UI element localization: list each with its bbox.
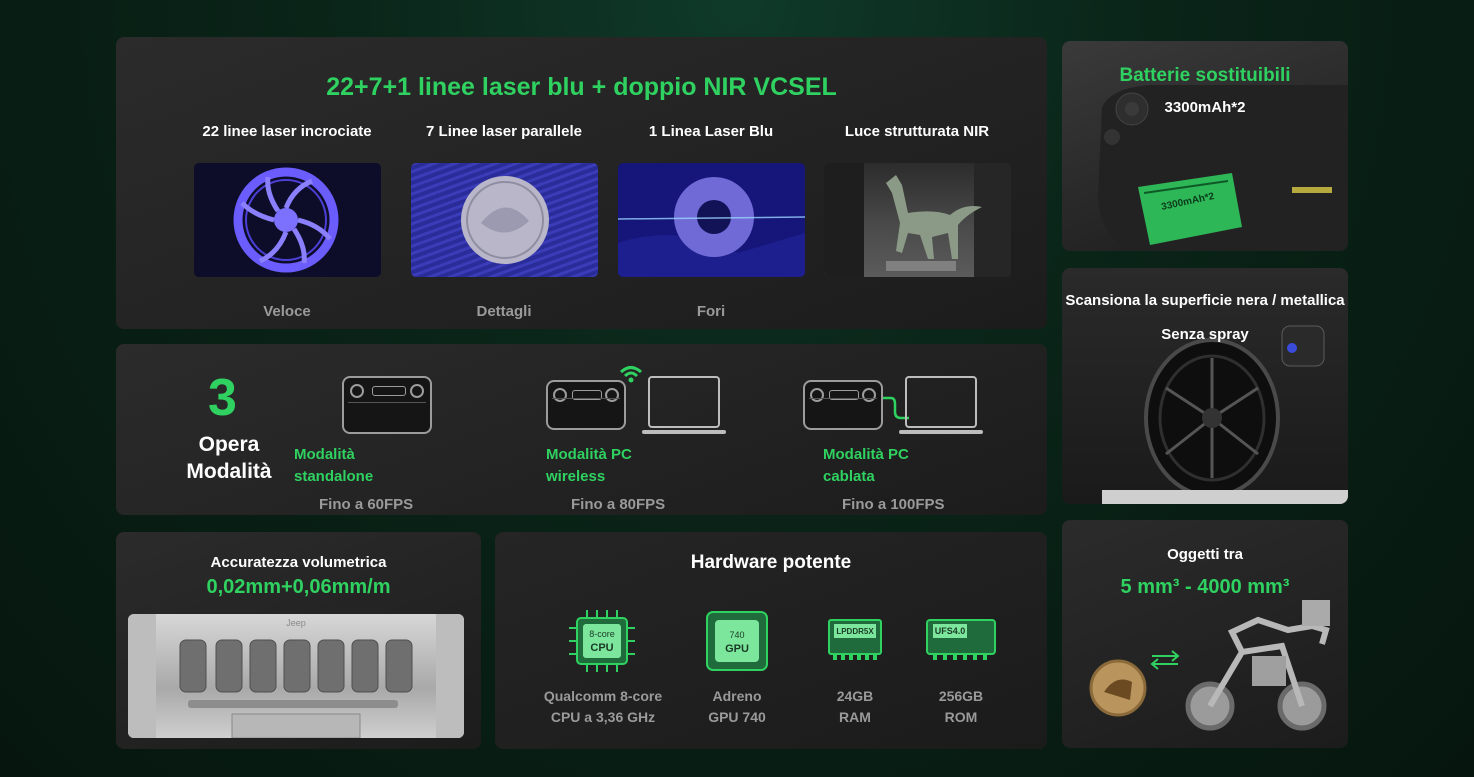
coin-scan-image <box>410 163 598 277</box>
hole-scan-image <box>617 163 805 277</box>
accuracy-title: Accuratezza volumetrica <box>210 554 387 571</box>
laser-column-label: 1 Linea Laser Blu <box>648 123 774 140</box>
scanner-device-icon <box>342 376 432 434</box>
wifi-icon <box>619 366 643 383</box>
battery-card: 3300mAh*2 Batterie sostituibili 3300mAh*… <box>1062 41 1348 251</box>
modes-title-line2: Modalità <box>186 460 272 483</box>
modes-title-line1: Opera <box>198 433 260 456</box>
chip-text: 8-core <box>589 629 615 639</box>
mode-fps: Fino a 100FPS <box>842 496 945 513</box>
mode-name: Modalità standalone <box>294 444 373 488</box>
mode-name-line1: Modalità PC <box>823 446 909 463</box>
laser-column-caption: Dettagli <box>476 303 532 320</box>
cpu-chip-icon: 8-core CPU <box>569 610 635 672</box>
mode-fps: Fino a 80FPS <box>571 496 666 513</box>
mode-name: Modalità PC cablata <box>823 444 909 488</box>
laser-column-single: 1 Linea Laser Blu Fori <box>611 123 811 320</box>
objects-image <box>1089 600 1330 731</box>
chip-caption-line1: 256GB <box>938 688 984 704</box>
mode-name-line2: cablata <box>823 468 875 485</box>
scanner-device-icon <box>803 380 883 430</box>
laser-column-cross: 22 linee laser incrociate Veloce <box>187 123 387 320</box>
laser-column-label: 7 Linee laser parallele <box>426 123 582 140</box>
laser-lines-card: 22+7+1 linee laser blu + doppio NIR VCSE… <box>116 37 1047 329</box>
mode-name-line1: Modalità PC <box>546 446 632 463</box>
hardware-card: Hardware potente 8-core CPU Qualcomm 8-c… <box>495 532 1047 749</box>
grille-scan-image: Jeep <box>128 614 464 738</box>
scanner-device-icon <box>546 380 626 430</box>
grille-brand-text: Jeep <box>286 618 306 628</box>
battery-subtitle: 3300mAh*2 <box>1164 99 1246 116</box>
laptop-icon <box>642 376 726 434</box>
chip-caption: 256GB ROM <box>881 686 1041 728</box>
modes-title: Opera Modalità <box>164 431 294 485</box>
mode-name: Modalità PC wireless <box>546 444 632 488</box>
rom-chip-icon: UFS4.0 <box>926 619 996 660</box>
mode-name-line1: Modalità <box>294 446 355 463</box>
laser-column-label: 22 linee laser incrociate <box>202 123 372 140</box>
laser-title: 22+7+1 linee laser blu + doppio NIR VCSE… <box>326 73 837 101</box>
wheel-scan-image <box>193 163 381 277</box>
modes-count: 3 <box>208 369 237 427</box>
ram-chip-icon: LPDDR5X <box>828 619 882 660</box>
mode-fps: Fino a 60FPS <box>319 496 414 513</box>
battery-title: Batterie sostituibili <box>1119 65 1291 86</box>
accuracy-card: Accuratezza volumetrica 0,02mm+0,06mm/m … <box>116 532 481 749</box>
objects-title: Oggetti tra <box>1167 546 1243 563</box>
laser-column-caption: Fori <box>696 303 726 320</box>
scan-title: Scansiona la superficie nera / metallica <box>1065 292 1345 309</box>
chip-text: CPU <box>590 642 613 654</box>
scan-surface-card: Scansiona la superficie nera / metallica… <box>1062 268 1348 504</box>
chip-text: LPDDR5X <box>836 627 874 636</box>
chip-caption-line2: ROM <box>944 709 978 725</box>
chip-text: 740 <box>729 630 744 640</box>
operating-modes-card: 3 Opera Modalità Modalità standalone Fin… <box>116 344 1047 515</box>
swap-arrows-icon <box>1150 650 1180 670</box>
chip-text: GPU <box>725 643 749 655</box>
gpu-chip-icon: 740 GPU <box>706 611 768 671</box>
object-size-card: Oggetti tra 5 mm³ - 4000 mm³ <box>1062 520 1348 748</box>
laser-column-caption: Veloce <box>263 303 311 320</box>
chip-text: UFS4.0 <box>935 626 966 636</box>
hardware-title: Hardware potente <box>690 552 852 573</box>
horse-statue-image <box>823 163 1011 277</box>
laser-column-nir: Luce strutturata NIR <box>817 123 1017 303</box>
laser-column-parallel: 7 Linee laser parallele Dettagli <box>404 123 604 320</box>
laser-column-label: Luce strutturata NIR <box>844 123 990 140</box>
mode-name-line2: wireless <box>546 468 606 485</box>
laptop-icon <box>899 376 983 434</box>
mode-name-line2: standalone <box>294 468 374 485</box>
accuracy-value: 0,02mm+0,06mm/m <box>206 576 391 598</box>
scan-subtitle: Senza spray <box>1161 326 1249 343</box>
